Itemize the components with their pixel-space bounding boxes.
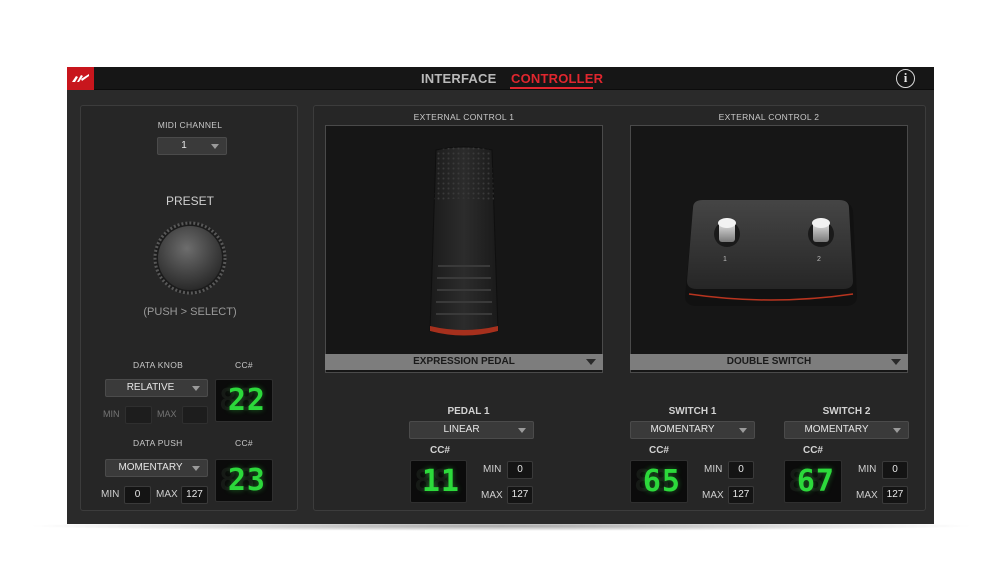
top-bar: INTERFACE CONTROLLER i — [67, 67, 934, 90]
switch-number-2: 2 — [817, 256, 821, 263]
ik-logo-icon — [67, 67, 94, 90]
switch-number-1: 1 — [723, 256, 727, 263]
preset-knob[interactable] — [153, 221, 227, 295]
knob-max-field[interactable] — [182, 406, 208, 424]
ext-control-1-image — [325, 125, 603, 373]
pedal-1-cc-value: 11 — [421, 464, 460, 499]
data-push-cc-label: CC# — [235, 438, 253, 448]
ext-control-2-device-value: DOUBLE SWITCH — [726, 356, 812, 367]
data-knob-label: DATA KNOB — [133, 360, 184, 370]
pedal-1-min-field[interactable]: 0 — [507, 461, 533, 479]
data-knob-cc-value: 22 — [227, 383, 266, 418]
ext-control-2-image — [630, 125, 908, 373]
data-push-label: DATA PUSH — [133, 438, 183, 448]
switch-2-mode-value: MOMENTARY — [804, 424, 869, 435]
data-push-cc-value: 23 — [227, 463, 266, 498]
preset-label: PRESET — [165, 194, 214, 208]
pedal-1-max-field[interactable]: 127 — [507, 486, 533, 504]
controller-window: INTERFACE CONTROLLER i MIDI CHANNEL 1 PR… — [67, 67, 934, 524]
chevron-down-icon — [893, 428, 901, 433]
switch-2-cc-label: CC# — [802, 445, 823, 456]
external-controls-panel: EXTERNAL CONTROL 1 EXPRESSION PEDAL PEDA… — [313, 105, 926, 511]
data-push-mode-select[interactable]: MOMENTARY — [105, 459, 208, 477]
switch-2-max-label: MAX — [856, 490, 878, 501]
pedal-1-cc-display[interactable]: 88 11 — [410, 460, 467, 503]
double-switch-icon — [685, 200, 857, 306]
switch-1-min-label: MIN — [704, 464, 723, 475]
switch-1-cc-value: 65 — [642, 464, 681, 499]
switch-2-label: SWITCH 2 — [822, 406, 871, 417]
pedal-1-min-label: MIN — [483, 464, 502, 475]
chevron-down-icon — [518, 428, 526, 433]
data-knob-mode-select[interactable]: RELATIVE — [105, 379, 208, 397]
switch-2-min-field[interactable]: 0 — [882, 461, 908, 479]
active-tab-indicator — [510, 87, 593, 89]
switch-2-min-label: MIN — [858, 464, 877, 475]
chevron-down-icon — [192, 386, 200, 391]
switch-1-max-label: MAX — [702, 490, 724, 501]
data-knob-mode-value: RELATIVE — [126, 382, 175, 393]
push-min-field[interactable]: 0 — [124, 486, 151, 504]
tab-interface[interactable]: INTERFACE — [421, 71, 496, 86]
knob-min-label: MIN — [103, 409, 120, 419]
ext-control-1-title: EXTERNAL CONTROL 1 — [413, 112, 515, 122]
switch-2-cc-display[interactable]: 88 67 — [784, 460, 842, 503]
tab-controller[interactable]: CONTROLLER — [511, 71, 603, 86]
pedal-1-label: PEDAL 1 — [447, 406, 490, 417]
push-min-label: MIN — [101, 489, 120, 500]
info-icon[interactable]: i — [896, 69, 915, 88]
switch-1-max-field[interactable]: 127 — [728, 486, 754, 504]
push-max-field[interactable]: 127 — [181, 486, 208, 504]
pedal-1-max-label: MAX — [481, 490, 503, 501]
knob-max-label: MAX — [157, 409, 177, 419]
ext-control-1-device-select[interactable]: EXPRESSION PEDAL — [325, 354, 603, 370]
ext-control-2-title: EXTERNAL CONTROL 2 — [718, 112, 820, 122]
data-knob-cc-display[interactable]: 88 22 — [215, 379, 273, 422]
chevron-down-icon — [891, 359, 901, 365]
pedal-1-curve-select[interactable]: LINEAR — [409, 421, 534, 439]
chevron-down-icon — [739, 428, 747, 433]
data-push-mode-value: MOMENTARY — [118, 462, 183, 473]
push-max-label: MAX — [156, 489, 178, 500]
ext-control-2-device-select[interactable]: DOUBLE SWITCH — [630, 354, 908, 370]
switch-2-max-field[interactable]: 127 — [882, 486, 908, 504]
data-push-cc-display[interactable]: 88 23 — [215, 459, 273, 502]
chevron-down-icon — [211, 144, 219, 149]
expression-pedal-icon — [429, 146, 499, 336]
switch-1-cc-display[interactable]: 88 65 — [630, 460, 688, 503]
switch-1-label: SWITCH 1 — [668, 406, 717, 417]
knob-min-field[interactable] — [125, 406, 152, 424]
chevron-down-icon — [586, 359, 596, 365]
midi-channel-select[interactable]: 1 — [157, 137, 227, 155]
switch-1-cc-label: CC# — [648, 445, 669, 456]
switch-1-mode-value: MOMENTARY — [650, 424, 715, 435]
chevron-down-icon — [192, 466, 200, 471]
switch-1-min-field[interactable]: 0 — [728, 461, 754, 479]
switch-2-cc-value: 67 — [796, 464, 835, 499]
pedal-1-cc-label: CC# — [429, 445, 450, 456]
preset-hint: (PUSH > SELECT) — [143, 306, 237, 318]
data-knob-cc-label: CC# — [235, 360, 253, 370]
midi-channel-value: 1 — [181, 140, 187, 151]
pedal-1-curve-value: LINEAR — [443, 424, 480, 435]
ext-control-1-device-value: EXPRESSION PEDAL — [413, 356, 515, 367]
left-settings-panel: MIDI CHANNEL 1 PRESET (PUSH > SELECT) DA… — [80, 105, 298, 511]
switch-2-mode-select[interactable]: MOMENTARY — [784, 421, 909, 439]
switch-1-mode-select[interactable]: MOMENTARY — [630, 421, 755, 439]
midi-channel-label: MIDI CHANNEL — [157, 120, 223, 130]
